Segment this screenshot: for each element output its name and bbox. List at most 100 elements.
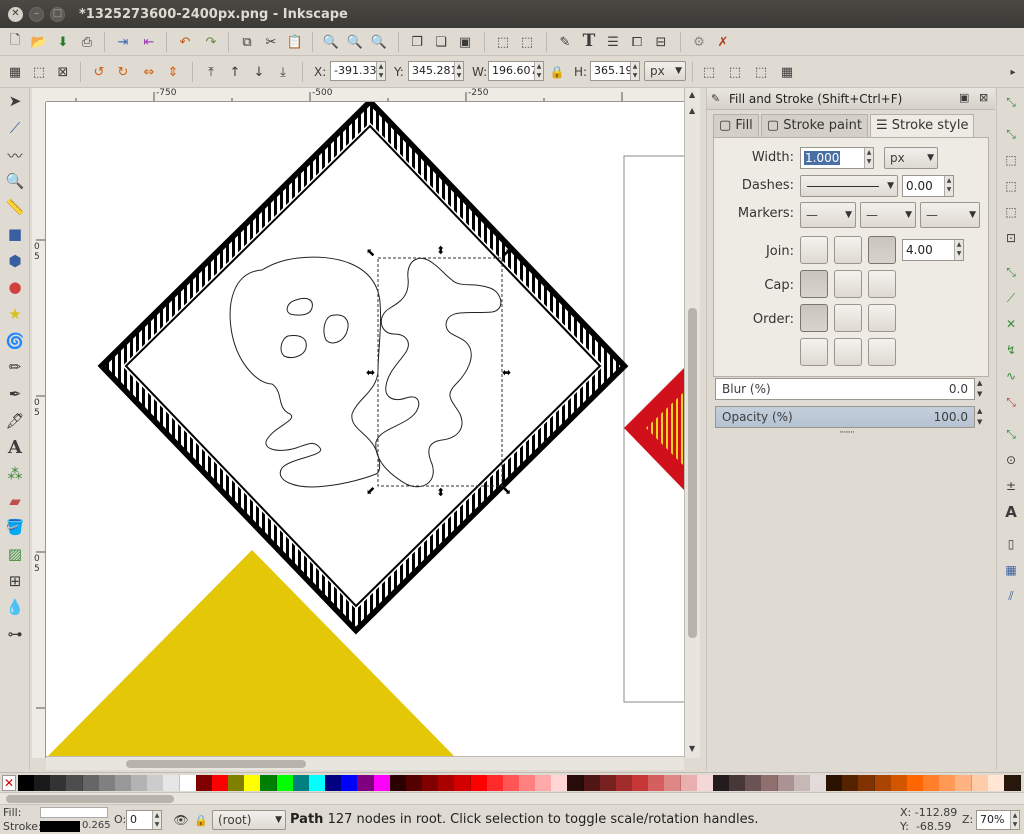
save-icon[interactable]: ⬇: [54, 33, 72, 51]
paste-icon[interactable]: 📋: [286, 33, 304, 51]
color-swatch[interactable]: [325, 775, 343, 791]
order-stroke-markers-fill-button[interactable]: [834, 338, 862, 366]
order-markers-stroke-fill-button[interactable]: [868, 338, 896, 366]
tweak-tool-icon[interactable]: 〰: [4, 144, 26, 166]
color-swatch[interactable]: [260, 775, 278, 791]
order-fill-stroke-markers-button[interactable]: [800, 304, 828, 332]
snap-bbox-midpoint-icon[interactable]: ⬚: [1001, 202, 1021, 222]
snap-center-icon[interactable]: ⊙: [1001, 450, 1021, 470]
color-swatch[interactable]: [826, 775, 844, 791]
pencil-tool-icon[interactable]: ✏: [4, 356, 26, 378]
color-swatch[interactable]: [809, 775, 827, 791]
pen-tool-icon[interactable]: ✒: [4, 383, 26, 405]
snap-rotation-center-icon[interactable]: ±: [1001, 476, 1021, 496]
color-swatch[interactable]: [745, 775, 763, 791]
h-field[interactable]: 365.198 ▲ ▼: [590, 61, 640, 81]
snap-bbox-corner-icon[interactable]: ⬚: [1001, 176, 1021, 196]
color-swatch[interactable]: [470, 775, 488, 791]
ungroup-icon[interactable]: ⬚: [518, 33, 536, 51]
blur-slider[interactable]: Blur (%) 0.0: [715, 378, 975, 400]
move-patterns-icon[interactable]: ▦: [778, 63, 796, 81]
export-icon[interactable]: ⇤: [140, 33, 158, 51]
order-stroke-fill-markers-button[interactable]: [834, 304, 862, 332]
snap-others-icon[interactable]: ⤡: [1001, 424, 1021, 444]
order-markers-fill-stroke-button[interactable]: [800, 338, 828, 366]
lock-icon[interactable]: 🔒: [548, 63, 566, 81]
zoom-page-icon[interactable]: 🔍: [370, 33, 388, 51]
preferences-icon[interactable]: ⚙: [690, 33, 708, 51]
import-icon[interactable]: ⇥: [114, 33, 132, 51]
order-fill-markers-stroke-button[interactable]: [868, 304, 896, 332]
snap-cusp-icon[interactable]: ↯: [1001, 340, 1021, 360]
color-swatch[interactable]: [777, 775, 795, 791]
blur-spin-arrows[interactable]: ▲ ▼: [977, 378, 987, 400]
horizontal-scrollbar[interactable]: [46, 756, 684, 770]
scale-corners-icon[interactable]: ⬚: [726, 63, 744, 81]
cap-square-button[interactable]: [868, 270, 896, 298]
color-swatch[interactable]: [18, 775, 35, 791]
end-marker-select[interactable]: — ▼: [920, 202, 980, 228]
layers-icon[interactable]: ☰: [604, 33, 622, 51]
redo-icon[interactable]: ↷: [202, 33, 220, 51]
snap-bbox-edge-icon[interactable]: ⬚: [1001, 150, 1021, 170]
color-swatch[interactable]: [1003, 775, 1021, 791]
more-icon[interactable]: ▸: [1004, 63, 1022, 81]
snap-intersections-icon[interactable]: ✕: [1001, 314, 1021, 334]
palette-scrollbar[interactable]: [0, 792, 1024, 804]
no-paint-swatch[interactable]: ✕: [2, 775, 16, 791]
color-swatch[interactable]: [971, 775, 989, 791]
snap-paths-icon[interactable]: ⟋: [1001, 288, 1021, 308]
lock-icon[interactable]: 🔒: [192, 811, 210, 829]
color-swatch[interactable]: [842, 775, 860, 791]
gradient-tool-icon[interactable]: ▨: [4, 543, 26, 565]
color-swatch[interactable]: [583, 775, 601, 791]
ellipse-tool-icon[interactable]: ●: [4, 276, 26, 298]
start-marker-select[interactable]: — ▼: [800, 202, 856, 228]
fill-stroke-icon[interactable]: ✎: [556, 33, 574, 51]
close-window-button[interactable]: ✕: [8, 6, 23, 22]
rotate-ccw-icon[interactable]: ↺: [90, 63, 108, 81]
opacity-slider[interactable]: Opacity (%) 100.0: [715, 406, 975, 428]
rectangle-tool-icon[interactable]: ■: [4, 223, 26, 245]
dash-pattern-select[interactable]: ▼: [800, 175, 898, 197]
node-tool-icon[interactable]: ⟋: [4, 117, 26, 139]
group-icon[interactable]: ⬚: [494, 33, 512, 51]
vertical-ruler[interactable]: 0 5 0 5 0 5: [32, 102, 46, 758]
iconify-icon[interactable]: ▣: [959, 91, 969, 104]
join-round-button[interactable]: [834, 236, 862, 264]
scale-stroke-icon[interactable]: ⬚: [700, 63, 718, 81]
snap-nodes-icon[interactable]: ⤡: [1001, 262, 1021, 282]
raise-to-top-icon[interactable]: ⤒: [202, 63, 220, 81]
color-swatch[interactable]: [292, 775, 310, 791]
xml-editor-icon[interactable]: ⧠: [628, 33, 646, 51]
miter-limit-field[interactable]: 4.00 ▲ ▼: [902, 239, 964, 261]
black-diamond-frame[interactable]: [97, 102, 629, 635]
color-swatch[interactable]: [648, 775, 666, 791]
duplicate-icon[interactable]: ❐: [408, 33, 426, 51]
fill-indicator[interactable]: [40, 807, 108, 818]
unlink-clone-icon[interactable]: ▣: [456, 33, 474, 51]
color-swatch[interactable]: [632, 775, 650, 791]
color-swatch[interactable]: [98, 775, 116, 791]
lower-icon[interactable]: ↓: [250, 63, 268, 81]
scroll-thumb[interactable]: [126, 760, 306, 768]
text-font-icon[interactable]: T: [580, 31, 598, 51]
scroll-thumb[interactable]: [688, 308, 697, 638]
dropper-tool-icon[interactable]: 💧: [4, 596, 26, 618]
tab-fill[interactable]: ▢ Fill: [713, 114, 759, 138]
move-gradients-icon[interactable]: ⬚: [752, 63, 770, 81]
zoom-drawing-icon[interactable]: 🔍: [346, 33, 364, 51]
select-all-layers-icon[interactable]: ⬚: [30, 63, 48, 81]
flip-horizontal-icon[interactable]: ⇔: [140, 63, 158, 81]
color-swatch[interactable]: [664, 775, 682, 791]
color-swatch[interactable]: [906, 775, 924, 791]
color-swatch[interactable]: [228, 775, 246, 791]
color-swatch[interactable]: [535, 775, 553, 791]
3d-box-tool-icon[interactable]: ⬢: [4, 250, 26, 272]
color-swatch[interactable]: [923, 775, 941, 791]
scroll-up-icon[interactable]: ▲: [689, 106, 695, 115]
drawing-canvas[interactable]: ⬉ ⬍ ⬈ ⬌ ⬌ ⬋ ⬍ ⬊: [46, 102, 684, 756]
measure-tool-icon[interactable]: 📏: [4, 196, 26, 218]
color-swatch[interactable]: [599, 775, 617, 791]
color-swatch[interactable]: [82, 775, 100, 791]
